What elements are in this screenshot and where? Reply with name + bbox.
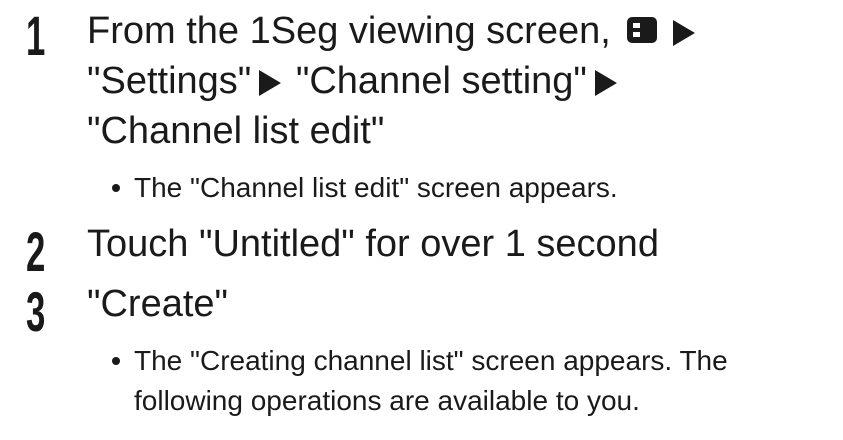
step-2-number: 2 (26, 220, 46, 283)
channel-setting-label: "Channel setting" (295, 60, 587, 102)
step-3-note-line-2: following operations are available to yo… (134, 385, 640, 416)
bullet-icon (112, 184, 120, 192)
right-triangle-icon (259, 70, 282, 96)
bullet-icon (112, 357, 120, 365)
settings-label: "Settings" (87, 60, 252, 102)
right-triangle-icon (673, 20, 696, 46)
step-1-line-1-text: From the 1Seg viewing screen, (87, 10, 611, 52)
step-3-number: 3 (26, 280, 46, 343)
step-1-line-2: "Settings" "Channel setting" (87, 56, 621, 106)
step-1-number: 1 (26, 4, 46, 67)
step-3-note-line-1: The "Creating channel list" screen appea… (134, 345, 728, 376)
menu-key-icon (625, 8, 659, 58)
step-1-note-text: The "Channel list edit" screen appears. (134, 172, 618, 203)
step-2-text: Touch "Untitled" for over 1 second (87, 223, 659, 265)
step-1-line-3: "Channel list edit" (87, 106, 384, 156)
step-3-text: "Create" (87, 283, 229, 325)
step-1-line-1: From the 1Seg viewing screen, (87, 6, 699, 58)
right-triangle-icon (594, 70, 617, 96)
channel-list-edit-label: "Channel list edit" (87, 110, 385, 152)
